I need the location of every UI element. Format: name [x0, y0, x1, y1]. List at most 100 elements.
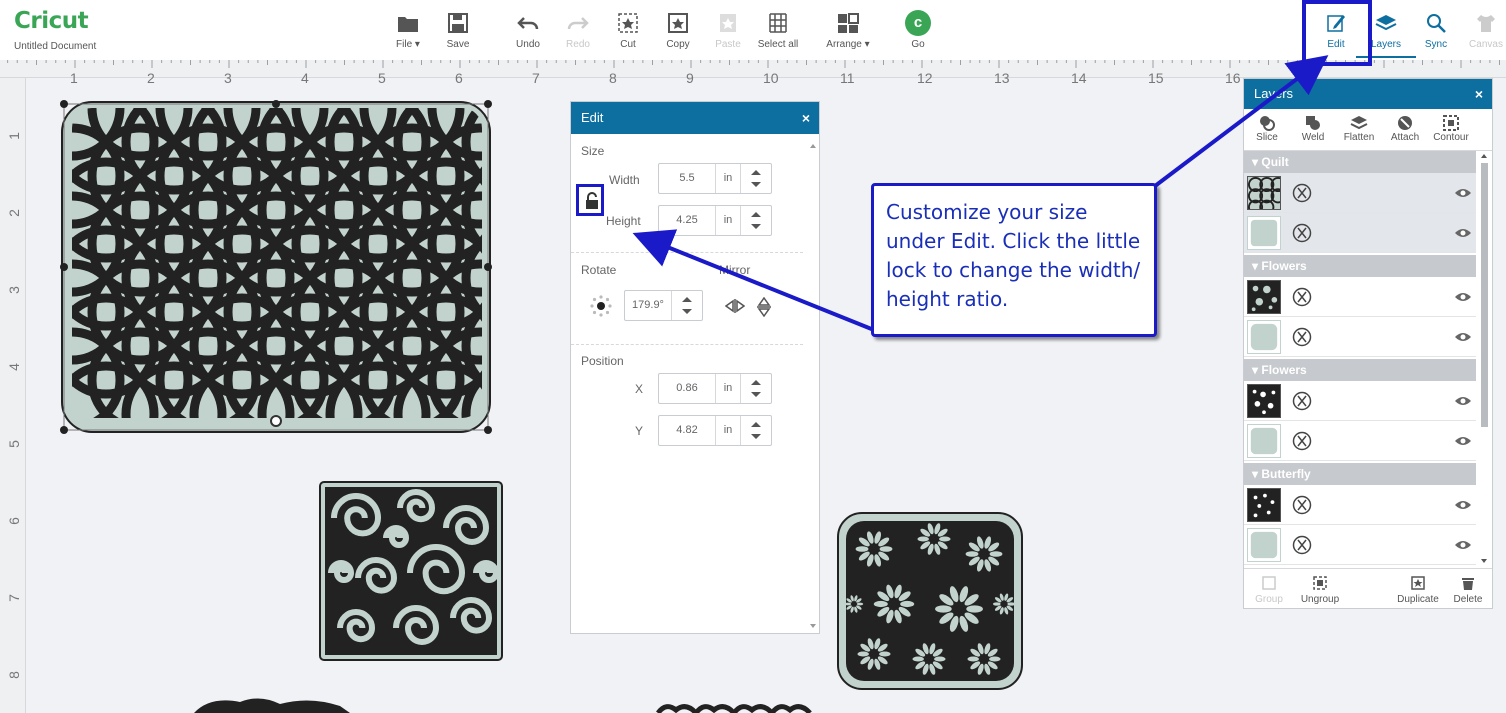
layer-list: ▾ Quilt ▾ Flowers ▾ Flowers ▾ Butterfly [1244, 151, 1492, 567]
layer-row[interactable] [1244, 381, 1476, 421]
width-field[interactable]: 5.5 in [658, 163, 772, 194]
group-button[interactable]: Group [1254, 575, 1284, 605]
visibility-eye-icon[interactable] [1454, 538, 1472, 552]
scissors-icon[interactable] [1292, 495, 1312, 515]
delete-button[interactable]: Delete [1448, 575, 1488, 605]
arrange-icon [838, 13, 859, 33]
close-icon[interactable]: × [802, 102, 810, 134]
scissors-icon[interactable] [1292, 535, 1312, 555]
quilt-design[interactable] [60, 100, 492, 434]
layers-panel-title: Layers [1254, 86, 1294, 101]
layer-row[interactable] [1244, 173, 1476, 213]
ruler-number: 5 [378, 70, 386, 86]
visibility-eye-icon[interactable] [1454, 186, 1472, 200]
y-position-field[interactable]: 4.82 in [658, 415, 772, 446]
top-toolbar: Cricut Untitled Document File ▾ Save Und… [0, 0, 1506, 60]
visibility-eye-icon[interactable] [1454, 226, 1472, 240]
edit-highlight-box [1302, 0, 1372, 66]
height-stepper-arrows[interactable] [741, 206, 771, 235]
visibility-eye-icon[interactable] [1454, 434, 1472, 448]
visibility-eye-icon[interactable] [1454, 330, 1472, 344]
layer-group-butterfly[interactable]: ▾ Butterfly [1244, 463, 1476, 485]
flowers-design[interactable] [834, 509, 1026, 693]
layer-row[interactable] [1244, 213, 1476, 253]
mirror-vertical-icon[interactable] [756, 297, 772, 317]
y-stepper-arrows[interactable] [741, 416, 771, 445]
rotate-stepper-arrows[interactable] [672, 291, 702, 320]
layer-thumbnail [1247, 384, 1281, 418]
contour-button[interactable]: Contour [1428, 114, 1474, 143]
height-field[interactable]: 4.25 in [658, 205, 772, 236]
lock-highlight-box [576, 184, 604, 216]
partial-design-hearts[interactable] [656, 704, 826, 713]
x-label: X [635, 382, 644, 396]
arrange-menu-button[interactable]: Arrange ▾ [818, 10, 878, 50]
visibility-eye-icon[interactable] [1454, 394, 1472, 408]
rotate-dial-icon[interactable] [590, 295, 612, 317]
ruler-number: 3 [5, 286, 22, 294]
ruler-number: 6 [455, 70, 463, 86]
canvas-button[interactable]: Canvas [1456, 10, 1506, 50]
ruler-number: 1 [5, 132, 22, 140]
layers-scrollbar[interactable] [1478, 151, 1490, 567]
duplicate-button[interactable]: Duplicate [1394, 575, 1442, 605]
slice-button[interactable]: Slice [1244, 114, 1290, 143]
size-section-title: Size [581, 144, 605, 158]
select-all-button[interactable]: Select all [748, 10, 808, 50]
scissors-icon[interactable] [1292, 183, 1312, 203]
ruler-number: 9 [686, 70, 694, 86]
ruler-number: 6 [5, 517, 22, 525]
layer-group-quilt[interactable]: ▾ Quilt [1244, 151, 1476, 173]
scissors-icon[interactable] [1292, 431, 1312, 451]
folder-icon [398, 17, 418, 32]
grid-select-icon [769, 13, 787, 33]
divider [571, 344, 803, 345]
scissors-icon[interactable] [1292, 287, 1312, 307]
flatten-button[interactable]: Flatten [1336, 114, 1382, 143]
scissors-icon[interactable] [1292, 327, 1312, 347]
close-icon[interactable]: × [1475, 79, 1483, 109]
partial-design-left[interactable] [190, 696, 354, 713]
layer-row[interactable] [1244, 317, 1476, 357]
ruler-number: 13 [994, 70, 1010, 86]
position-section-title: Position [581, 354, 624, 368]
layer-thumbnail [1247, 176, 1281, 210]
y-label: Y [635, 424, 644, 438]
visibility-eye-icon[interactable] [1454, 290, 1472, 304]
width-stepper-arrows[interactable] [741, 164, 771, 193]
document-name[interactable]: Untitled Document [14, 41, 96, 52]
ruler-number: 1 [70, 70, 78, 86]
layer-row[interactable] [1244, 525, 1476, 565]
layer-row[interactable] [1244, 277, 1476, 317]
ruler-number: 7 [5, 594, 22, 602]
edit-panel-title: Edit [581, 110, 604, 125]
layer-thumbnail [1247, 528, 1281, 562]
ungroup-button[interactable]: Ungroup [1298, 575, 1342, 605]
duplicate-icon [1411, 576, 1425, 590]
save-button[interactable]: Save [428, 10, 488, 50]
weld-button[interactable]: Weld [1290, 114, 1336, 143]
layer-row[interactable] [1244, 421, 1476, 461]
ruler-number: 8 [5, 671, 22, 679]
ruler-number: 2 [147, 70, 155, 86]
go-icon: c [905, 10, 931, 36]
layer-group-flowers-2[interactable]: ▾ Flowers [1244, 359, 1476, 381]
layer-group-flowers[interactable]: ▾ Flowers [1244, 255, 1476, 277]
mirror-horizontal-icon[interactable] [725, 298, 745, 314]
x-stepper-arrows[interactable] [741, 374, 771, 403]
visibility-eye-icon[interactable] [1454, 498, 1472, 512]
go-button[interactable]: c Go [888, 10, 948, 50]
scissors-icon[interactable] [1292, 391, 1312, 411]
divider [571, 252, 803, 253]
x-position-field[interactable]: 0.86 in [658, 373, 772, 404]
scissors-icon[interactable] [1292, 223, 1312, 243]
rotate-field[interactable]: 179.9° [624, 290, 703, 321]
flatten-icon [1350, 116, 1368, 130]
group-icon [1262, 576, 1276, 590]
swirl-design[interactable] [316, 478, 506, 664]
ruler-number: 8 [609, 70, 617, 86]
attach-button[interactable]: Attach [1382, 114, 1428, 143]
layer-tools: Slice Weld Flatten Attach Contour [1244, 109, 1492, 151]
edit-panel-scrollbar[interactable] [809, 142, 817, 630]
layer-row[interactable] [1244, 485, 1476, 525]
